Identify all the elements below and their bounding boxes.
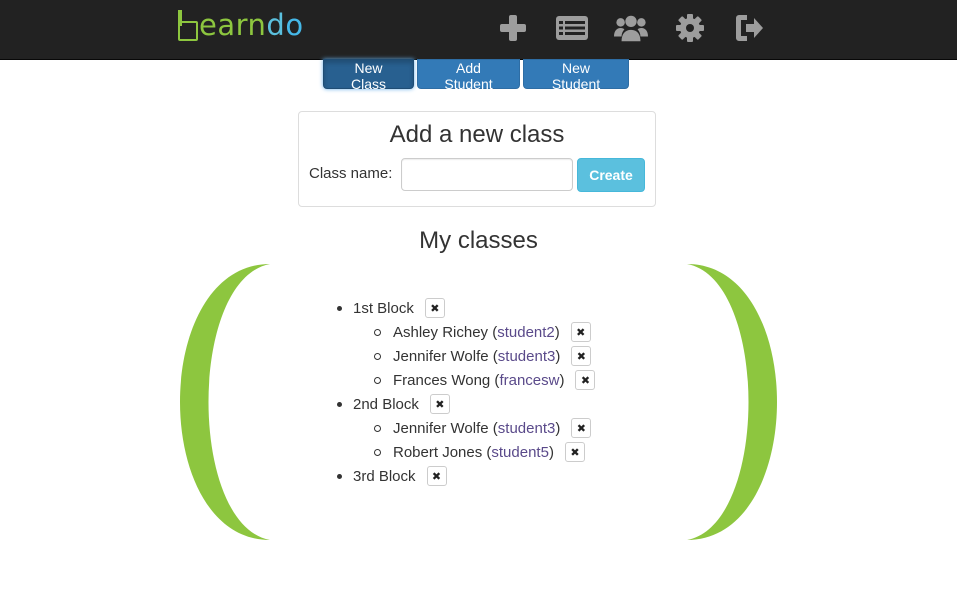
remove-student-button[interactable]: ✖ — [570, 322, 591, 342]
student-name: Ashley Richey — [393, 323, 489, 341]
student-username-link[interactable]: student3 — [498, 420, 556, 437]
student-item: Jennifer Wolfe (student3) ✖ — [393, 416, 592, 440]
student-username-link[interactable]: francesw — [499, 372, 559, 389]
class-item: 3rd Block ✖ — [353, 464, 447, 488]
student-username-link[interactable]: student5 — [491, 444, 549, 461]
student-name: Frances Wong — [393, 371, 491, 389]
student-item: Robert Jones (student5) ✖ — [393, 440, 585, 464]
remove-student-button[interactable]: ✖ — [571, 346, 592, 366]
student-name: Jennifer Wolfe — [393, 419, 489, 437]
left-bracket — [180, 264, 270, 540]
student-item: Frances Wong (francesw) ✖ — [393, 368, 596, 392]
student-username-link[interactable]: student3 — [498, 348, 556, 365]
class-item: 2nd Block ✖ — [353, 392, 450, 416]
student-item: Jennifer Wolfe (student3) ✖ — [393, 344, 592, 368]
student-username-link[interactable]: student2 — [497, 324, 555, 341]
right-bracket — [687, 264, 777, 540]
remove-class-button[interactable]: ✖ — [426, 466, 447, 486]
student-item: Ashley Richey (student2) ✖ — [393, 320, 591, 344]
remove-class-button[interactable]: ✖ — [424, 298, 445, 318]
decorative-brackets — [180, 264, 777, 540]
class-name: 3rd Block — [353, 467, 416, 485]
student-name: Robert Jones — [393, 443, 483, 461]
remove-student-button[interactable]: ✖ — [564, 442, 585, 462]
remove-student-button[interactable]: ✖ — [571, 418, 592, 438]
class-item: 1st Block ✖ — [353, 296, 445, 320]
class-name: 1st Block — [353, 299, 414, 317]
remove-class-button[interactable]: ✖ — [429, 394, 450, 414]
class-name: 2nd Block — [353, 395, 419, 413]
remove-student-button[interactable]: ✖ — [575, 370, 596, 390]
student-name: Jennifer Wolfe — [393, 347, 489, 365]
